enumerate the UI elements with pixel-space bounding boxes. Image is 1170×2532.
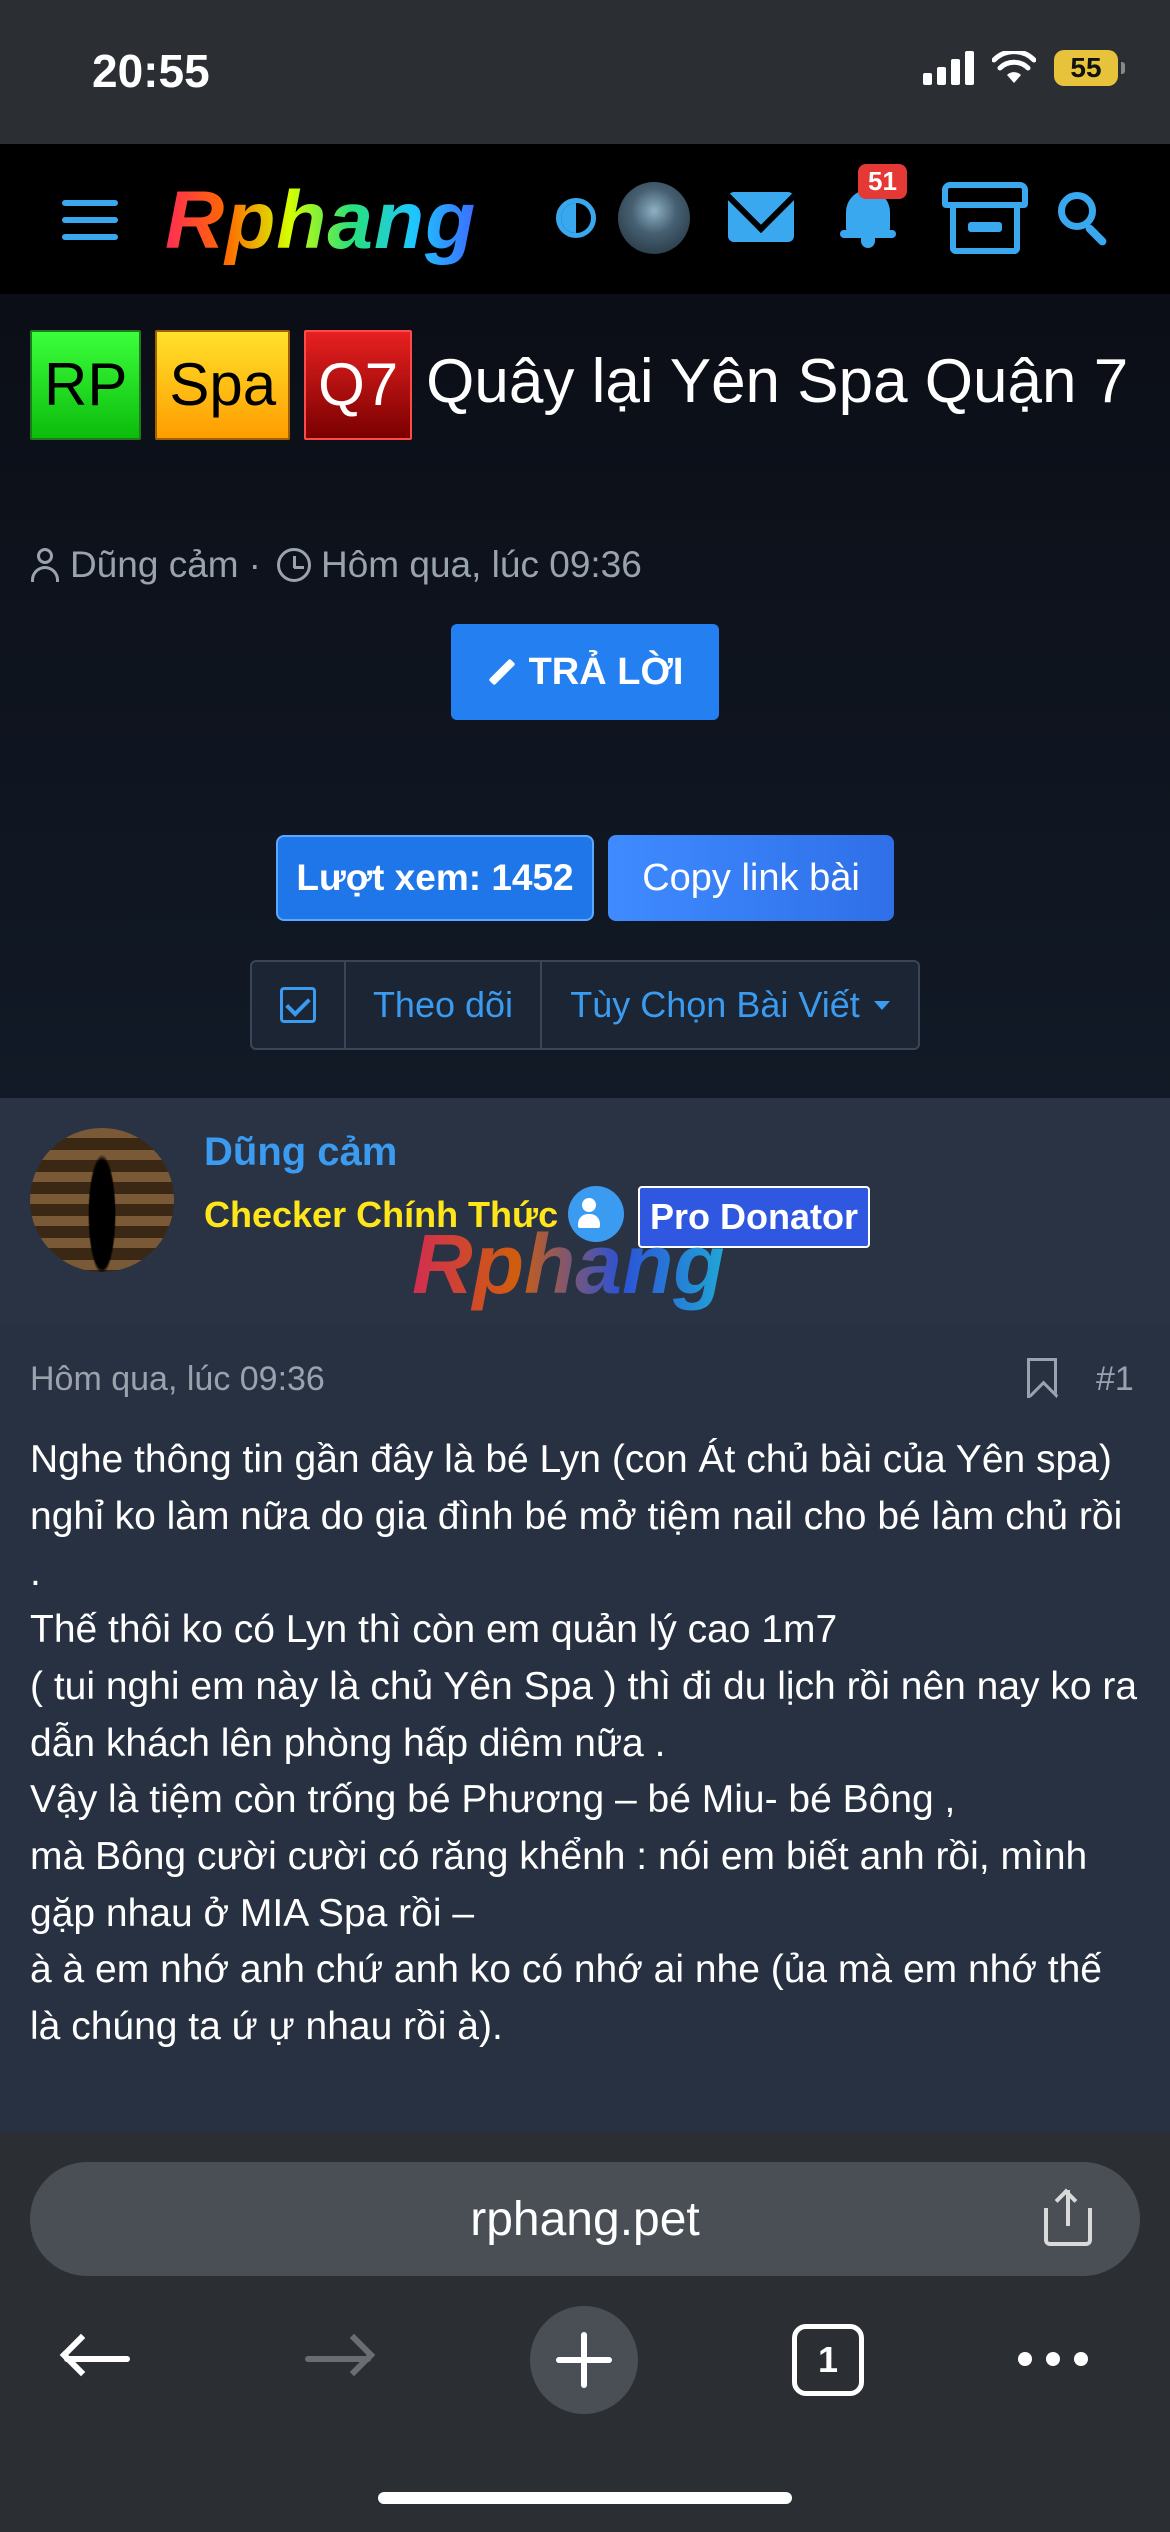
back-arrow-icon[interactable] bbox=[59, 2333, 130, 2384]
signal-icon bbox=[923, 51, 974, 85]
post-line: nghỉ ko làm nữa do gia đình bé mở tiệm n… bbox=[30, 1494, 1123, 1595]
post-number[interactable]: #1 bbox=[1096, 1360, 1134, 1399]
checkbox-icon bbox=[280, 987, 316, 1023]
bookmark-icon[interactable] bbox=[1027, 1358, 1057, 1398]
home-indicator[interactable] bbox=[378, 2492, 792, 2504]
post-line: ( tui nghi em này là chủ Yên Spa ) thì đ… bbox=[30, 1664, 1138, 1765]
store-icon[interactable] bbox=[942, 182, 1028, 254]
contrast-icon[interactable] bbox=[556, 198, 596, 238]
post-line: Nghe thông tin gần đây là bé Lyn (con Át… bbox=[30, 1438, 1112, 1481]
pencil-icon bbox=[488, 658, 516, 686]
site-logo[interactable]: Rphang bbox=[165, 174, 476, 268]
post-date[interactable]: Hôm qua, lúc 09:36 bbox=[30, 1360, 325, 1399]
follow-button[interactable]: Theo dõi bbox=[346, 962, 542, 1048]
avatar[interactable] bbox=[618, 182, 690, 254]
meta-separator: · bbox=[248, 544, 261, 585]
address-bar[interactable]: rphang.pet bbox=[30, 2162, 1140, 2276]
url-text: rphang.pet bbox=[470, 2192, 700, 2246]
post-options-dropdown[interactable]: Tùy Chọn Bài Viết bbox=[542, 962, 918, 1048]
prefix-q7[interactable]: Q7 bbox=[304, 330, 413, 440]
status-time: 20:55 bbox=[92, 45, 210, 97]
reply-label: TRẢ LỜI bbox=[528, 650, 684, 693]
post-options-label: Tùy Chọn Bài Viết bbox=[570, 984, 860, 1025]
status-icons: 55 bbox=[923, 50, 1125, 86]
tabs-count-button[interactable]: 1 bbox=[792, 2324, 864, 2396]
page-title: RP Spa Q7 Quây lại Yên Spa Quận 7 bbox=[30, 330, 1140, 440]
reply-button[interactable]: TRẢ LỜI bbox=[451, 624, 719, 720]
post-line: Vậy là tiệm còn trống bé Phương – bé Miu… bbox=[30, 1778, 956, 1822]
forward-arrow-icon[interactable] bbox=[305, 2333, 376, 2384]
thread-title: Quây lại Yên Spa Quận 7 bbox=[426, 347, 1129, 416]
thread-meta: Dũng cảm · Hôm qua, lúc 09:36 bbox=[30, 544, 642, 586]
battery-icon: 55 bbox=[1054, 50, 1125, 86]
share-icon[interactable] bbox=[1044, 2188, 1092, 2246]
prefix-rp[interactable]: RP bbox=[30, 330, 142, 440]
menu-icon[interactable] bbox=[62, 200, 118, 240]
prefix-spa[interactable]: Spa bbox=[155, 330, 291, 440]
post-line: mà Bông cười cười có răng khểnh : nói em… bbox=[30, 1834, 1088, 1935]
status-bar: 20:55 55 bbox=[0, 0, 1170, 144]
thread-options: Theo dõi Tùy Chọn Bài Viết bbox=[250, 960, 920, 1050]
wifi-icon bbox=[992, 51, 1036, 83]
new-tab-plus-icon[interactable] bbox=[530, 2306, 638, 2414]
post-line: Thế thôi ko có Lyn thì còn em quản lý ca… bbox=[30, 1608, 838, 1652]
thread-date[interactable]: Hôm qua, lúc 09:36 bbox=[321, 544, 642, 586]
post-line: à à em nhớ anh chứ anh ko có nhớ ai nhe … bbox=[30, 1948, 1102, 2049]
author-avatar[interactable] bbox=[30, 1128, 174, 1272]
notification-badge: 51 bbox=[858, 164, 907, 199]
search-icon[interactable] bbox=[1058, 192, 1114, 248]
post-body: Nghe thông tin gần đây là bé Lyn (con Át… bbox=[30, 1432, 1140, 2056]
watermark-logo: Rphang bbox=[412, 1217, 725, 1311]
thread-author[interactable]: Dũng cảm bbox=[70, 544, 239, 586]
select-checkbox[interactable] bbox=[252, 962, 346, 1048]
mail-icon[interactable] bbox=[728, 192, 794, 242]
caret-down-icon bbox=[873, 1000, 890, 1010]
user-icon bbox=[30, 548, 60, 582]
views-button[interactable]: Lượt xem: 1452 bbox=[276, 835, 594, 921]
author-name[interactable]: Dũng cảm bbox=[204, 1130, 397, 1175]
more-dots-icon[interactable] bbox=[1018, 2352, 1088, 2366]
clock-icon bbox=[276, 548, 311, 582]
copy-link-button[interactable]: Copy link bài bbox=[608, 835, 894, 921]
